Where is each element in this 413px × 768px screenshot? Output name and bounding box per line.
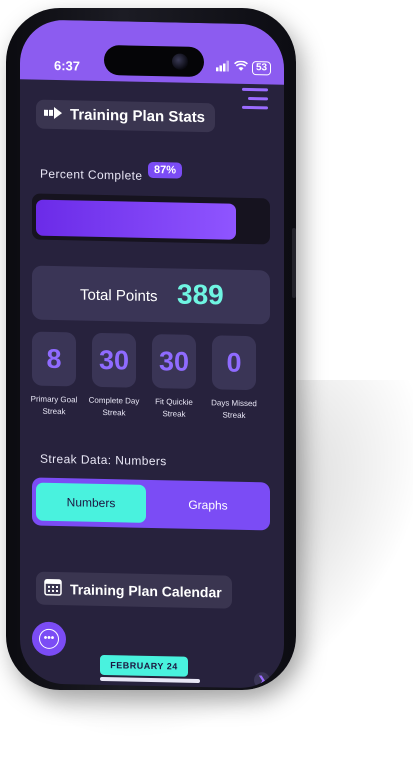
side-button	[292, 228, 296, 298]
menu-bar-bottom	[242, 105, 268, 110]
app-screen: 6:37 53 Training Plan Stats Percent Comp…	[20, 19, 284, 689]
primary-goal-streak-label: Primary Goal Streak	[30, 394, 78, 417]
stats-section-header: Training Plan Stats	[36, 99, 216, 133]
complete-day-streak-label: Complete Day Streak	[88, 395, 140, 418]
total-points-label: Total Points	[80, 286, 158, 306]
complete-day-streak-value: 30	[92, 332, 136, 388]
phone-frame: 6:37 53 Training Plan Stats Percent Comp…	[6, 8, 296, 690]
total-points-value: 389	[177, 278, 224, 311]
hamburger-menu-button[interactable]	[242, 86, 268, 113]
fit-quickie-streak-label: Fit Quickie Streak	[155, 397, 193, 419]
system-icons: 53	[216, 60, 272, 76]
menu-bar-middle	[248, 97, 268, 101]
more-options-button[interactable]: •••	[32, 621, 66, 657]
progress-bar-fill	[36, 199, 237, 240]
calendar-month-pill[interactable]: FEBRUARY 24	[100, 654, 188, 677]
total-points-card: Total Points 389	[32, 265, 270, 325]
status-time: 6:37	[54, 57, 81, 74]
fit-quickie-streak-value: 30	[152, 334, 196, 389]
streak-data-label: Streak Data: Numbers	[40, 451, 167, 469]
home-indicator	[100, 676, 200, 684]
wifi-icon	[234, 60, 248, 75]
streak-view-toggle: Numbers Graphs	[32, 477, 270, 531]
chevron-right-icon[interactable]: ❯	[254, 672, 270, 689]
menu-bar-top	[242, 87, 268, 92]
days-missed-streak-label: Days Missed Streak	[211, 398, 257, 420]
stats-title: Training Plan Stats	[70, 106, 206, 127]
calendar-title: Training Plan Calendar	[70, 580, 222, 600]
primary-goal-streak-value: 8	[32, 331, 76, 387]
battery-indicator: 53	[252, 61, 272, 76]
arrow-right-icon	[44, 106, 62, 123]
days-missed-streak-value: 0	[212, 335, 256, 391]
toggle-numbers-option[interactable]: Numbers	[36, 482, 146, 523]
calendar-section-header: Training Plan Calendar	[36, 571, 232, 609]
dynamic-island	[104, 44, 204, 78]
status-bar: 6:37 53	[20, 19, 284, 85]
ellipsis-icon: •••	[39, 628, 59, 650]
camera-lens	[172, 53, 188, 70]
toggle-graphs-option[interactable]: Graphs	[150, 485, 266, 525]
signal-icon	[216, 60, 230, 74]
percent-complete-badge: 87%	[148, 161, 183, 179]
percent-complete-label: Percent Complete	[40, 166, 143, 183]
calendar-icon	[44, 578, 62, 599]
progress-bar	[32, 193, 270, 245]
